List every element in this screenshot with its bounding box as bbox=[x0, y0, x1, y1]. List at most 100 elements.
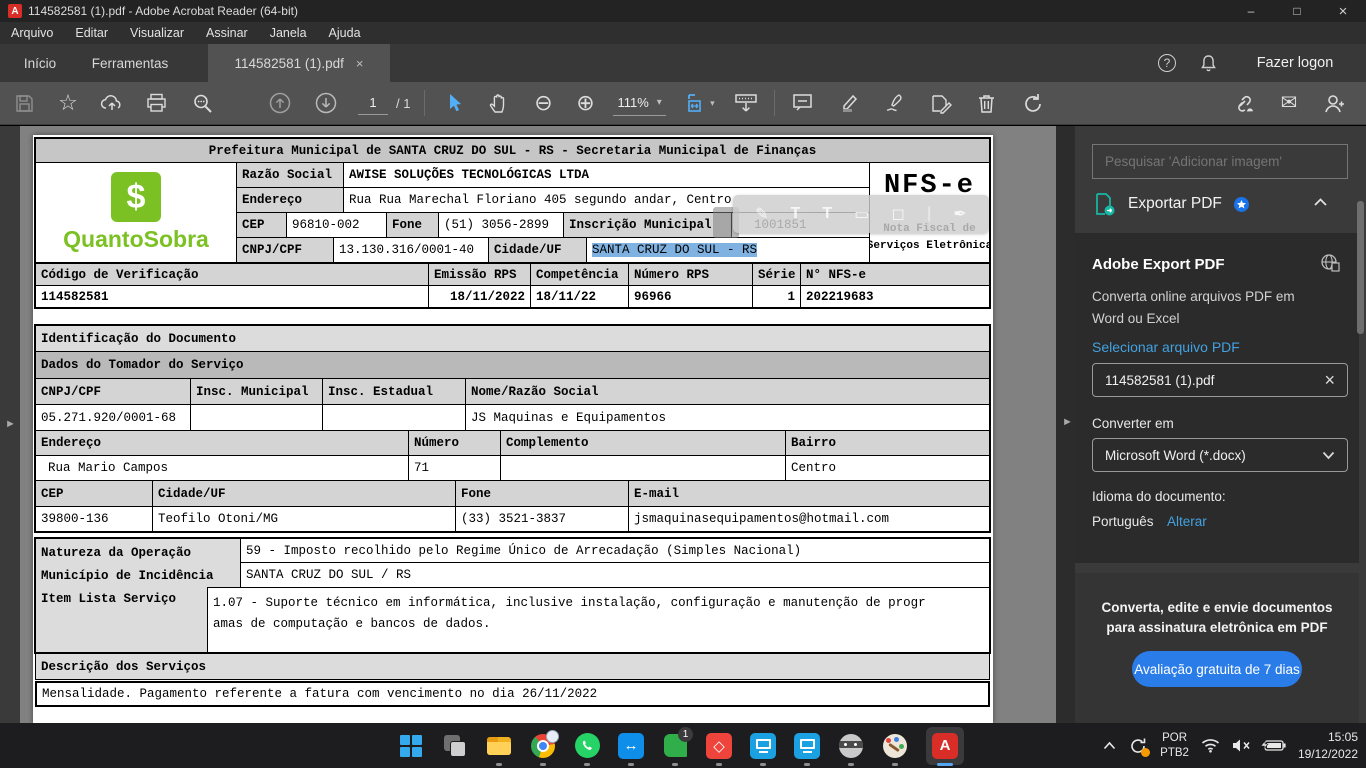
send-email-icon[interactable]: ✉ bbox=[1273, 87, 1305, 119]
volume-muted-icon[interactable] bbox=[1232, 738, 1252, 753]
page-number-input[interactable]: 1 bbox=[358, 91, 388, 115]
hand-tool-icon[interactable] bbox=[483, 87, 515, 119]
numero-value: 71 bbox=[408, 455, 501, 481]
file-explorer-button[interactable] bbox=[486, 733, 512, 759]
language-label: Idioma do documento: bbox=[1092, 489, 1226, 504]
comment-icon[interactable] bbox=[787, 87, 819, 119]
tab-document[interactable]: 114582581 (1).pdf × bbox=[208, 44, 390, 82]
tools-sidebar: Exportar PDF Adobe Export PDF Converta o… bbox=[1075, 126, 1366, 723]
right-panel-expand-icon[interactable]: ► bbox=[1062, 416, 1073, 428]
emissao-rps-value: 18/11/2022 bbox=[428, 285, 531, 308]
add-text-tool-icon[interactable]: T bbox=[791, 205, 801, 223]
edit-text-tool-icon[interactable]: T bbox=[822, 205, 832, 223]
clock[interactable]: 15:05 19/12/2022 bbox=[1298, 729, 1358, 763]
select-area-tool-icon[interactable]: ◻ bbox=[891, 204, 904, 224]
save-icon[interactable] bbox=[8, 87, 40, 119]
share-link-icon[interactable] bbox=[1227, 87, 1259, 119]
sidebar-scrollbar[interactable] bbox=[1357, 201, 1364, 334]
cep-value: 96810-002 bbox=[286, 212, 387, 238]
razao-social-value: AWISE SOLUÇÕES TECNOLÓGICAS LTDA bbox=[343, 162, 870, 188]
menu-janela[interactable]: Janela bbox=[259, 23, 318, 43]
item-lista-servico-value: 1.07 - Suporte técnico em informática, i… bbox=[207, 587, 990, 653]
maximize-button[interactable]: □ bbox=[1274, 0, 1320, 22]
zoom-level-dropdown[interactable]: 111% ▾ bbox=[613, 90, 665, 116]
close-button[interactable]: × bbox=[1320, 0, 1366, 22]
more-tools-icon[interactable] bbox=[925, 87, 957, 119]
search-icon[interactable] bbox=[186, 87, 218, 119]
previous-page-icon[interactable] bbox=[264, 87, 296, 119]
collapse-chevron-icon[interactable] bbox=[1313, 197, 1328, 207]
selected-file-chip[interactable]: 114582581 (1).pdf × bbox=[1092, 363, 1348, 397]
share-person-icon[interactable] bbox=[1319, 87, 1351, 119]
menu-arquivo[interactable]: Arquivo bbox=[0, 23, 64, 43]
whatsapp-button[interactable] bbox=[574, 733, 600, 759]
menu-visualizar[interactable]: Visualizar bbox=[119, 23, 195, 43]
remote-desktop-button-2[interactable] bbox=[794, 733, 820, 759]
tab-bar: Início Ferramentas 114582581 (1).pdf × ?… bbox=[0, 44, 1366, 82]
right-panel-strip[interactable]: ► bbox=[1056, 126, 1075, 723]
main-area: ► Prefeitura Municipal de SANTA CRUZ DO … bbox=[0, 126, 1366, 723]
stamp-tool-icon[interactable]: ▭ bbox=[854, 204, 869, 224]
tray-date: 19/12/2022 bbox=[1298, 746, 1358, 763]
cnpj-value: 13.130.316/0001-40 bbox=[333, 237, 489, 263]
select-pdf-link[interactable]: Selecionar arquivo PDF bbox=[1092, 339, 1240, 355]
window-title: 114582581 (1).pdf - Adobe Acrobat Reader… bbox=[28, 4, 298, 18]
fill-sign-icon[interactable] bbox=[879, 87, 911, 119]
left-panel-expand-icon[interactable]: ► bbox=[5, 418, 16, 430]
email-label: E-mail bbox=[628, 480, 990, 507]
language-indicator[interactable]: POR PTB2 bbox=[1160, 731, 1189, 761]
fit-width-icon[interactable]: ▾ bbox=[684, 87, 716, 119]
sync-status-dot bbox=[1141, 748, 1150, 757]
paint-button[interactable] bbox=[882, 733, 908, 759]
zoom-in-icon[interactable]: ⊕ bbox=[569, 87, 601, 119]
wifi-icon[interactable] bbox=[1201, 738, 1220, 753]
panel-title: Adobe Export PDF bbox=[1092, 256, 1225, 273]
tray-expand-chevron-icon[interactable] bbox=[1103, 741, 1116, 750]
menu-editar[interactable]: Editar bbox=[64, 23, 119, 43]
search-tools-input[interactable] bbox=[1092, 144, 1348, 179]
convert-format-select[interactable]: Microsoft Word (*.docx) bbox=[1092, 438, 1348, 472]
sign-tool-icon[interactable]: ✒ bbox=[953, 204, 966, 224]
task-view-button[interactable] bbox=[442, 733, 468, 759]
remote-desktop-button-1[interactable] bbox=[750, 733, 776, 759]
export-pdf-header[interactable]: Exportar PDF bbox=[1092, 188, 1342, 220]
acrobat-taskbar-button[interactable]: A bbox=[926, 727, 964, 765]
delete-pages-icon[interactable] bbox=[971, 87, 1003, 119]
notifications-bell-icon[interactable] bbox=[1193, 44, 1223, 82]
select-tool-icon[interactable] bbox=[439, 87, 471, 119]
zoom-out-icon[interactable]: ⊖ bbox=[527, 87, 559, 119]
left-panel-strip[interactable]: ► bbox=[0, 126, 20, 723]
rotate-pages-icon[interactable] bbox=[1017, 87, 1049, 119]
login-button[interactable]: Fazer logon bbox=[1240, 44, 1350, 82]
menu-ajuda[interactable]: Ajuda bbox=[318, 23, 372, 43]
ninja-app-button[interactable] bbox=[838, 733, 864, 759]
chrome-button[interactable] bbox=[530, 733, 556, 759]
language-change-link[interactable]: Alterar bbox=[1167, 514, 1207, 529]
battery-icon[interactable] bbox=[1264, 739, 1286, 752]
selection-toolbar: ✎ T T ▭ ◻ | ✒ bbox=[733, 195, 989, 233]
star-icon[interactable]: ☆ bbox=[52, 87, 84, 119]
insc-municipal-label: Insc. Municipal bbox=[190, 378, 323, 405]
next-page-icon[interactable] bbox=[310, 87, 342, 119]
green-message-app-button[interactable]: 1 bbox=[662, 733, 688, 759]
teamviewer-button[interactable]: ↔ bbox=[618, 733, 644, 759]
remove-file-icon[interactable]: × bbox=[1324, 370, 1335, 391]
cloud-upload-icon[interactable] bbox=[96, 87, 128, 119]
onedrive-sync-icon[interactable] bbox=[1128, 736, 1148, 756]
tab-ferramentas[interactable]: Ferramentas bbox=[80, 44, 180, 82]
minimize-button[interactable]: – bbox=[1228, 0, 1274, 22]
highlight-tool-icon[interactable]: ✎ bbox=[755, 204, 768, 224]
anydesk-button[interactable]: ◇ bbox=[706, 733, 732, 759]
start-button[interactable] bbox=[398, 733, 424, 759]
tab-inicio[interactable]: Início bbox=[10, 44, 70, 82]
print-icon[interactable] bbox=[140, 87, 172, 119]
highlight-icon[interactable] bbox=[833, 87, 865, 119]
free-trial-button[interactable]: Avaliação gratuita de 7 dias bbox=[1132, 651, 1302, 687]
tab-close-icon[interactable]: × bbox=[356, 56, 364, 71]
menu-assinar[interactable]: Assinar bbox=[195, 23, 259, 43]
page-display-icon[interactable] bbox=[730, 87, 762, 119]
language-value: Português bbox=[1092, 514, 1154, 529]
tomador-cnpj-label: CNPJ/CPF bbox=[35, 378, 191, 405]
bairro-value: Centro bbox=[785, 455, 990, 481]
help-icon[interactable]: ? bbox=[1152, 44, 1182, 82]
